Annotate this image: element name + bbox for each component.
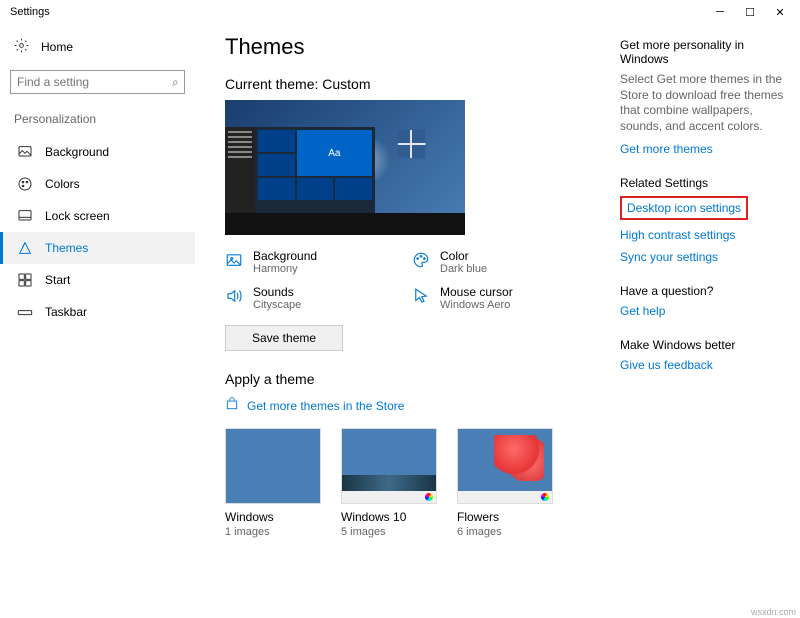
feedback-link[interactable]: Give us feedback	[620, 358, 786, 372]
personality-text: Select Get more themes in the Store to d…	[620, 72, 786, 134]
sidebar-item-label: Background	[45, 145, 109, 159]
sidebar-item-label: Themes	[45, 241, 88, 255]
sidebar: Home ⌕ Personalization Background Colors…	[0, 24, 195, 618]
theme-name: Windows 10	[341, 510, 437, 524]
gear-icon	[14, 38, 29, 56]
search-box[interactable]: ⌕	[10, 70, 185, 94]
setting-label: Sounds	[253, 285, 301, 299]
sidebar-item-label: Taskbar	[45, 305, 87, 319]
apply-theme-heading: Apply a theme	[225, 371, 600, 387]
question-heading: Have a question?	[620, 284, 786, 298]
setting-value: Dark blue	[440, 263, 487, 275]
sidebar-item-background[interactable]: Background	[0, 136, 195, 168]
sync-settings-link[interactable]: Sync your settings	[620, 250, 786, 264]
highlight-annotation: Desktop icon settings	[620, 196, 748, 220]
current-theme-heading: Current theme: Custom	[225, 76, 600, 92]
theme-name: Windows	[225, 510, 321, 524]
home-label: Home	[41, 40, 73, 54]
sidebar-item-themes[interactable]: Themes	[0, 232, 195, 264]
theme-subtitle: 6 images	[457, 526, 553, 538]
search-icon: ⌕	[172, 75, 179, 90]
theme-thumbnail	[341, 428, 437, 504]
titlebar: Settings ─ ☐ ✕	[0, 0, 800, 24]
lockscreen-icon	[17, 208, 33, 224]
setting-label: Mouse cursor	[440, 285, 513, 299]
setting-color[interactable]: Color Dark blue	[412, 249, 585, 275]
sidebar-item-label: Lock screen	[45, 209, 110, 223]
theme-preview[interactable]: Aa	[225, 100, 465, 235]
sidebar-item-label: Colors	[45, 177, 80, 191]
section-label: Personalization	[0, 106, 195, 132]
theme-name: Flowers	[457, 510, 553, 524]
window-controls: ─ ☐ ✕	[705, 1, 795, 23]
theme-subtitle: 5 images	[341, 526, 437, 538]
save-theme-button[interactable]: Save theme	[225, 325, 343, 351]
sidebar-item-taskbar[interactable]: Taskbar	[0, 296, 195, 328]
watermark: wsxdn.com	[751, 607, 796, 617]
get-more-themes-link[interactable]: Get more themes	[620, 142, 786, 156]
right-pane: Get more personality in Windows Select G…	[620, 24, 800, 618]
better-heading: Make Windows better	[620, 338, 786, 352]
store-link-label: Get more themes in the Store	[247, 399, 404, 413]
personality-heading: Get more personality in Windows	[620, 38, 786, 66]
window-title: Settings	[5, 6, 705, 18]
theme-thumbnail	[457, 428, 553, 504]
setting-background[interactable]: Background Harmony	[225, 249, 398, 275]
taskbar-icon	[17, 304, 33, 320]
sidebar-item-lockscreen[interactable]: Lock screen	[0, 200, 195, 232]
setting-value: Harmony	[253, 263, 317, 275]
setting-sounds[interactable]: Sounds Cityscape	[225, 285, 398, 311]
minimize-button[interactable]: ─	[705, 1, 735, 23]
setting-value: Windows Aero	[440, 299, 513, 311]
sidebar-item-start[interactable]: Start	[0, 264, 195, 296]
cursor-icon	[412, 287, 430, 305]
sound-icon	[225, 287, 243, 305]
main-content: Themes Current theme: Custom Aa Backgrou…	[195, 24, 620, 618]
theme-card-windows[interactable]: Windows 1 images	[225, 428, 321, 538]
get-help-link[interactable]: Get help	[620, 304, 786, 318]
theme-subtitle: 1 images	[225, 526, 321, 538]
themes-icon	[17, 240, 33, 256]
setting-label: Background	[253, 249, 317, 263]
search-input[interactable]	[17, 75, 172, 89]
setting-value: Cityscape	[253, 299, 301, 311]
sidebar-item-label: Start	[45, 273, 70, 287]
desktop-icon-settings-link[interactable]: Desktop icon settings	[627, 201, 741, 215]
sidebar-item-colors[interactable]: Colors	[0, 168, 195, 200]
related-settings-heading: Related Settings	[620, 176, 786, 190]
maximize-button[interactable]: ☐	[735, 1, 765, 23]
page-title: Themes	[225, 34, 600, 60]
high-contrast-link[interactable]: High contrast settings	[620, 228, 786, 242]
store-link[interactable]: Get more themes in the Store	[225, 397, 600, 414]
palette-icon	[17, 176, 33, 192]
palette-icon	[412, 251, 430, 269]
setting-label: Color	[440, 249, 487, 263]
theme-card-windows10[interactable]: Windows 10 5 images	[341, 428, 437, 538]
home-nav[interactable]: Home	[0, 32, 195, 62]
store-icon	[225, 397, 239, 414]
image-icon	[17, 144, 33, 160]
setting-cursor[interactable]: Mouse cursor Windows Aero	[412, 285, 585, 311]
start-icon	[17, 272, 33, 288]
image-icon	[225, 251, 243, 269]
theme-card-flowers[interactable]: Flowers 6 images	[457, 428, 553, 538]
close-button[interactable]: ✕	[765, 1, 795, 23]
theme-thumbnail	[225, 428, 321, 504]
